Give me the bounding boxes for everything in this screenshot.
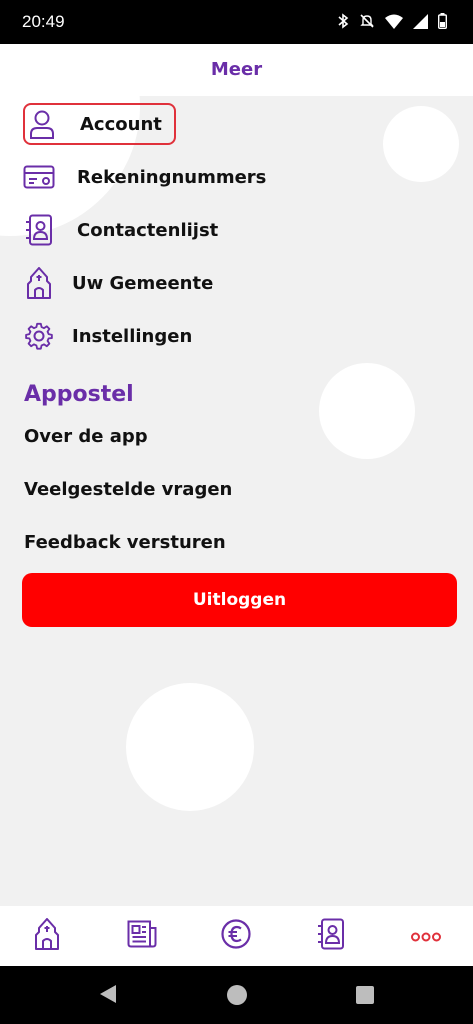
page-title: Meer — [210, 59, 263, 80]
wifi-icon — [385, 14, 403, 33]
signal-icon — [413, 13, 428, 33]
more-icon — [410, 927, 441, 946]
recents-icon[interactable] — [356, 986, 374, 1008]
system-nav-bar — [0, 966, 473, 1024]
menu-item-label: Uw Gemeente — [72, 272, 214, 294]
header: Meer — [0, 44, 473, 96]
menu-item-contactenlijst[interactable]: Contactenlijst — [22, 208, 218, 252]
menu-item-uw-gemeente[interactable]: Uw Gemeente — [22, 261, 213, 305]
menu-item-label: Rekeningnummers — [77, 166, 267, 188]
bottom-tab-bar — [0, 906, 473, 966]
back-icon[interactable] — [98, 984, 118, 1008]
status-icons — [337, 13, 447, 33]
link-over-de-app[interactable]: Over de app — [24, 426, 148, 447]
menu-item-label: Account — [80, 113, 162, 135]
battery-icon — [437, 13, 447, 33]
section-title-appostel: Appostel — [24, 382, 134, 407]
mute-icon — [359, 13, 375, 33]
link-feedback-versturen[interactable]: Feedback versturen — [24, 532, 226, 553]
status-time: 20:49 — [22, 12, 65, 31]
tab-more[interactable] — [396, 906, 456, 966]
news-icon — [127, 920, 157, 952]
menu-item-instellingen[interactable]: Instellingen — [22, 314, 192, 358]
content-area: Account Rekeningnummers Contactenlijst U… — [0, 96, 473, 906]
tab-gemeente[interactable] — [17, 906, 77, 966]
logout-button[interactable]: Uitloggen — [22, 573, 457, 627]
tab-news[interactable] — [112, 906, 172, 966]
decorative-circle — [126, 683, 254, 811]
menu-item-label: Contactenlijst — [77, 219, 219, 241]
bluetooth-icon — [337, 13, 349, 33]
euro-icon — [221, 919, 252, 953]
contacts-icon — [22, 213, 56, 247]
tab-euro[interactable] — [206, 906, 266, 966]
home-icon[interactable] — [226, 984, 248, 1010]
menu-item-rekeningnummers[interactable]: Rekeningnummers — [22, 155, 266, 199]
tab-contacts[interactable] — [301, 906, 361, 966]
decorative-circle — [319, 363, 415, 459]
gear-icon — [22, 319, 56, 353]
contacts-icon — [317, 918, 345, 954]
link-veelgestelde-vragen[interactable]: Veelgestelde vragen — [24, 479, 232, 500]
status-bar: 20:49 — [0, 0, 473, 44]
menu-item-label: Instellingen — [72, 325, 193, 347]
decorative-circle — [383, 106, 459, 182]
card-icon — [22, 160, 56, 194]
menu-item-account[interactable]: Account — [23, 103, 176, 145]
church-icon — [34, 918, 60, 954]
church-icon — [22, 266, 56, 300]
person-icon — [25, 107, 59, 141]
